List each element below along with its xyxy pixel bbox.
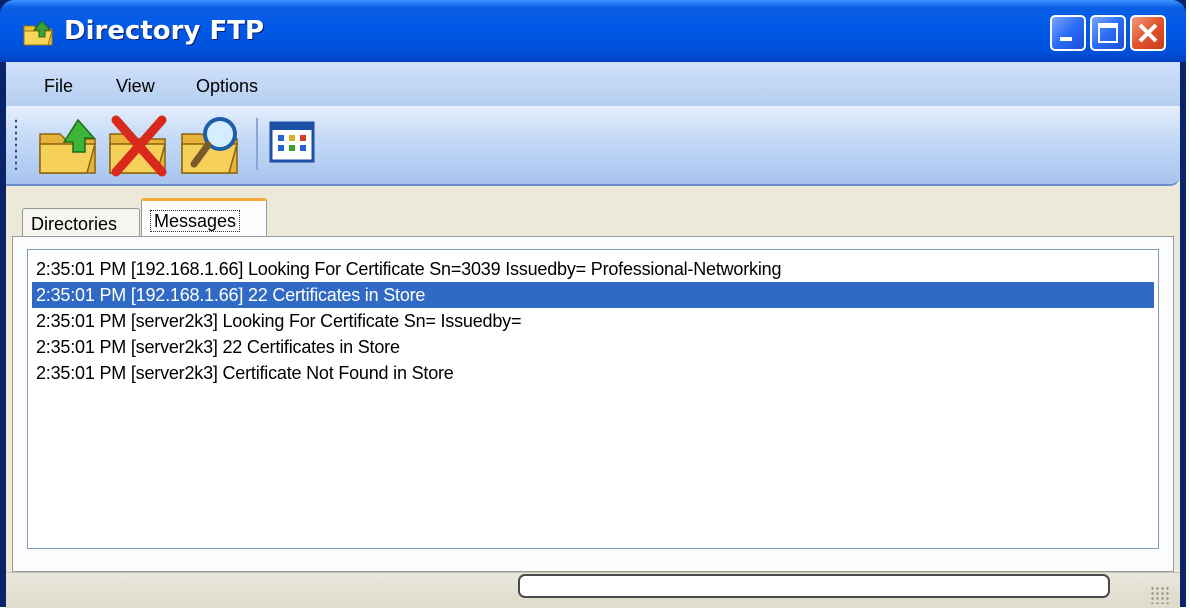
tab-messages-label: Messages [150,210,241,232]
list-item[interactable]: 2:35:01 PM [server2k3] Looking For Certi… [32,308,1154,334]
toolbar-separator [256,118,258,170]
list-item[interactable]: 2:35:01 PM [server2k3] Certificate Not F… [32,360,1154,386]
resize-grip[interactable] [1150,586,1170,604]
close-icon [1138,23,1158,43]
close-button[interactable] [1130,15,1166,51]
columns-view-icon[interactable] [268,118,316,166]
upload-folder-icon[interactable] [36,112,102,178]
maximize-button[interactable] [1090,15,1126,51]
window-title: Directory FTP [64,16,265,46]
menu-file[interactable]: File [44,76,73,97]
minimize-button[interactable] [1050,15,1086,51]
messages-panel: 2:35:01 PM [192.168.1.66] Looking For Ce… [12,236,1174,572]
menu-bar: File View Options [6,62,1180,106]
toolbar-grip[interactable] [14,118,18,170]
minimize-icon [1060,37,1072,41]
search-folder-icon[interactable] [178,112,244,178]
list-item-selected[interactable]: 2:35:01 PM [192.168.1.66] 22 Certificate… [32,282,1154,308]
list-item[interactable]: 2:35:01 PM [192.168.1.66] Looking For Ce… [32,256,1154,282]
title-bar[interactable]: Directory FTP [0,0,1186,62]
progress-bar [518,574,1110,598]
app-window: Directory FTP File View Options Director… [0,0,1186,608]
messages-list[interactable]: 2:35:01 PM [192.168.1.66] Looking For Ce… [27,249,1159,549]
menu-options[interactable]: Options [196,76,258,97]
tab-messages[interactable]: Messages [141,198,267,238]
delete-icon[interactable] [106,112,172,178]
tab-directories[interactable]: Directories [22,208,140,236]
window-body: File View Options Directories Messages 2… [6,62,1180,608]
folder-app-icon [23,20,53,46]
menu-view[interactable]: View [116,76,155,97]
list-item[interactable]: 2:35:01 PM [server2k3] 22 Certificates i… [32,334,1154,360]
toolbar [6,106,1180,186]
maximize-icon [1098,23,1118,43]
